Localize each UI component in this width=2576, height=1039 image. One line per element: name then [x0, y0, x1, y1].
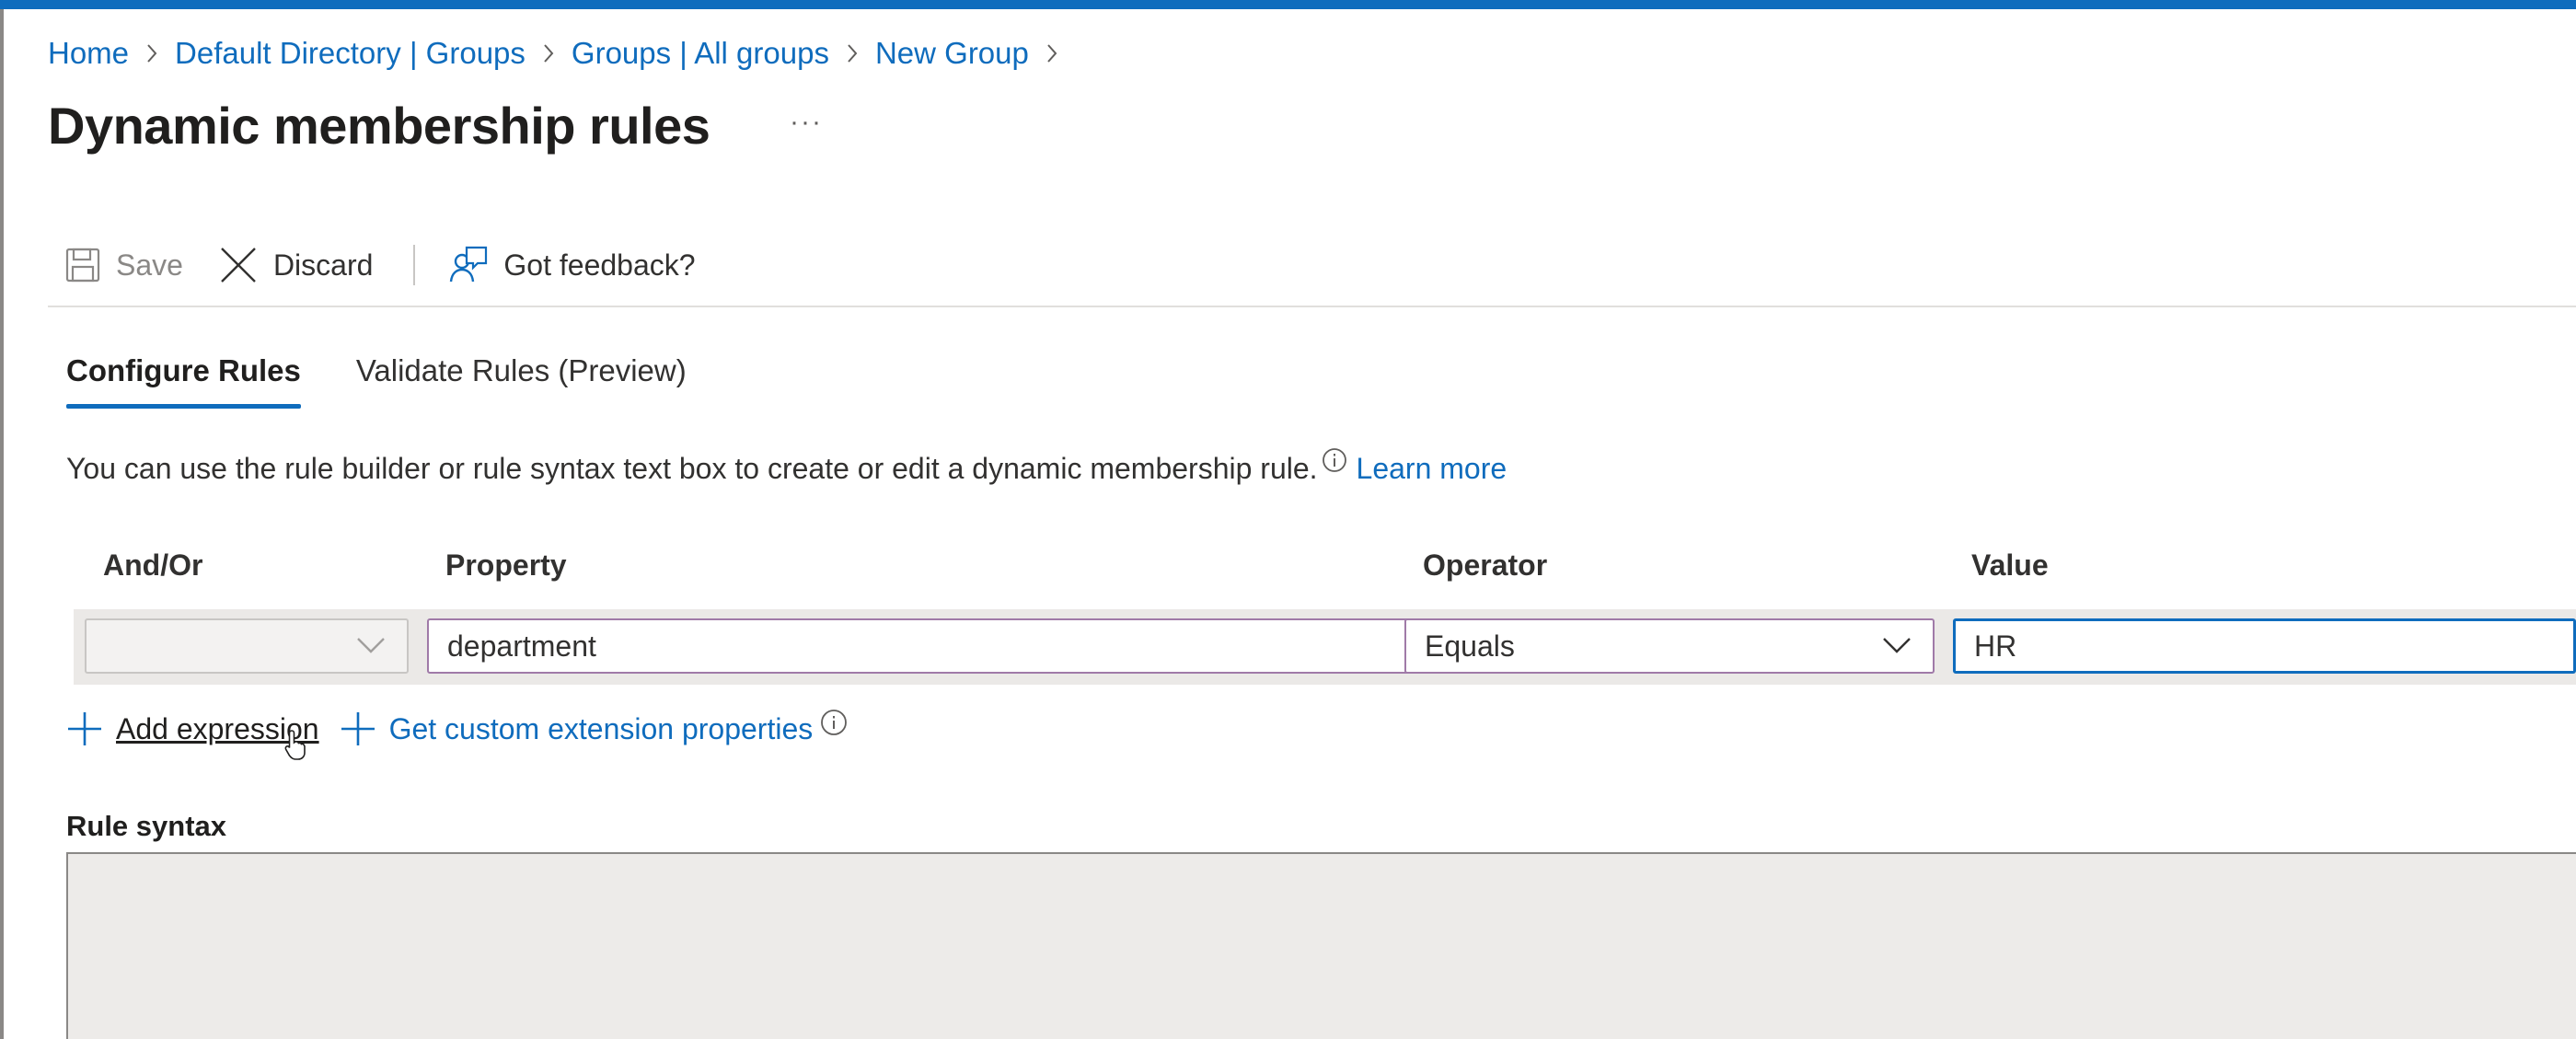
- operator-value: Equals: [1425, 629, 1515, 663]
- chevron-right-icon: [145, 42, 158, 64]
- column-header-operator: Operator: [1423, 548, 1548, 582]
- tab-validate-rules[interactable]: Validate Rules (Preview): [356, 353, 687, 409]
- breadcrumb-home[interactable]: Home: [48, 36, 129, 71]
- chevron-right-icon: [542, 42, 555, 64]
- save-button[interactable]: Save: [64, 247, 183, 283]
- save-label: Save: [116, 248, 183, 282]
- info-icon[interactable]: [820, 709, 848, 736]
- value-text: HR: [1974, 629, 2017, 663]
- toolbar-divider-line: [48, 306, 2576, 307]
- save-icon: [65, 248, 100, 283]
- tab-list: Configure Rules Validate Rules (Preview): [66, 353, 742, 409]
- chevron-right-icon: [846, 42, 859, 64]
- and-or-dropdown[interactable]: [85, 618, 409, 674]
- chevron-down-icon: [1883, 638, 1911, 653]
- value-input[interactable]: HR: [1953, 618, 2576, 674]
- plus-icon: [68, 712, 101, 745]
- command-bar: Save Discard Got feedback?: [64, 237, 696, 293]
- description: You can use the rule builder or rule syn…: [66, 447, 1507, 490]
- chevron-down-icon: [357, 638, 385, 653]
- breadcrumb-new-group[interactable]: New Group: [875, 36, 1029, 71]
- more-options-button[interactable]: ···: [790, 107, 823, 138]
- feedback-icon: [450, 246, 488, 283]
- top-accent-bar: [0, 0, 2576, 9]
- left-edge: [0, 9, 4, 1039]
- discard-label: Discard: [272, 248, 374, 282]
- column-header-value: Value: [1971, 548, 2049, 582]
- property-value: department: [447, 629, 596, 663]
- rule-syntax-textbox[interactable]: [66, 852, 2576, 1039]
- plus-icon: [341, 712, 375, 745]
- rule-row: department Equals HR: [74, 609, 2576, 685]
- discard-button[interactable]: Discard: [218, 245, 373, 285]
- feedback-label: Got feedback?: [503, 248, 696, 282]
- page-title: Dynamic membership rules: [48, 97, 710, 155]
- info-icon[interactable]: [1322, 447, 1347, 473]
- column-header-property: Property: [445, 548, 567, 582]
- chevron-right-icon: [1045, 42, 1058, 64]
- operator-dropdown[interactable]: Equals: [1404, 618, 1935, 674]
- description-text: You can use the rule builder or rule syn…: [66, 451, 1318, 485]
- custom-extension-button[interactable]: Get custom extension properties: [340, 710, 814, 747]
- breadcrumb-default-directory-groups[interactable]: Default Directory | Groups: [175, 36, 526, 71]
- feedback-button[interactable]: Got feedback?: [448, 245, 696, 285]
- breadcrumb: Home Default Directory | Groups Groups |…: [48, 31, 1075, 75]
- rule-actions: Add expression Get custom extension prop…: [66, 709, 848, 749]
- rule-syntax-label: Rule syntax: [66, 810, 227, 842]
- hand-cursor-icon: [284, 730, 306, 760]
- close-icon: [221, 248, 256, 283]
- add-expression-button[interactable]: Add expression: [66, 710, 319, 747]
- tab-configure-rules[interactable]: Configure Rules: [66, 353, 301, 409]
- custom-extension-label: Get custom extension properties: [388, 711, 814, 745]
- toolbar-divider: [413, 245, 416, 285]
- property-dropdown[interactable]: department: [427, 618, 1461, 674]
- column-header-and-or: And/Or: [103, 548, 203, 582]
- learn-more-link[interactable]: Learn more: [1357, 452, 1507, 486]
- breadcrumb-all-groups[interactable]: Groups | All groups: [572, 36, 829, 71]
